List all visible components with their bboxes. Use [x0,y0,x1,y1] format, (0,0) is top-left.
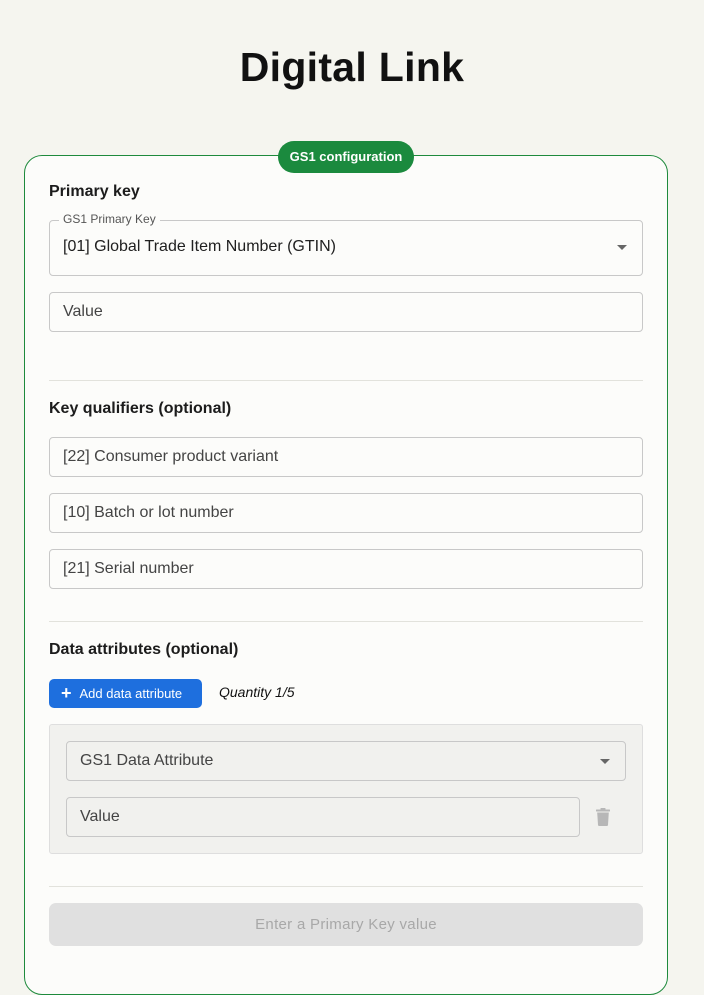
section-divider [49,886,643,887]
gs1-primary-key-label: GS1 Primary Key [59,212,160,226]
serial-number-placeholder: [21] Serial number [63,560,194,577]
chevron-down-icon[interactable] [617,245,627,250]
primary-key-value-placeholder: Value [63,303,103,320]
gs1-primary-key-select[interactable]: [01] Global Trade Item Number (GTIN) [49,220,643,276]
data-attribute-value-input[interactable]: Value [66,797,580,837]
submit-button[interactable]: Enter a Primary Key value [49,903,643,946]
batch-lot-number-input[interactable]: [10] Batch or lot number [49,493,643,533]
section-divider [49,380,643,381]
gs1-primary-key-value: [01] Global Trade Item Number (GTIN) [63,238,336,255]
consumer-product-variant-input[interactable]: [22] Consumer product variant [49,437,643,477]
consumer-product-variant-placeholder: [22] Consumer product variant [63,448,279,465]
plus-icon: + [61,683,72,703]
serial-number-input[interactable]: [21] Serial number [49,549,643,589]
primary-key-heading: Primary key [49,183,140,200]
gs1-data-attribute-placeholder: GS1 Data Attribute [80,752,214,769]
section-divider [49,621,643,622]
data-attribute-value-placeholder: Value [80,808,120,825]
page-title: Digital Link [239,44,465,90]
attribute-quantity: Quantity 1/5 [219,684,295,700]
add-data-attribute-button[interactable]: + Add data attribute [49,679,202,708]
chevron-down-icon[interactable] [600,759,610,764]
batch-lot-number-placeholder: [10] Batch or lot number [63,504,234,521]
primary-key-value-input[interactable]: Value [49,292,643,332]
key-qualifiers-heading: Key qualifiers (optional) [49,400,232,417]
trash-icon[interactable] [596,808,610,826]
gs1-data-attribute-select[interactable]: GS1 Data Attribute [66,741,626,781]
data-attributes-heading: Data attributes (optional) [49,641,239,658]
add-data-attribute-label: Add data attribute [79,686,183,701]
gs1-configuration-badge: GS1 configuration [278,141,414,173]
